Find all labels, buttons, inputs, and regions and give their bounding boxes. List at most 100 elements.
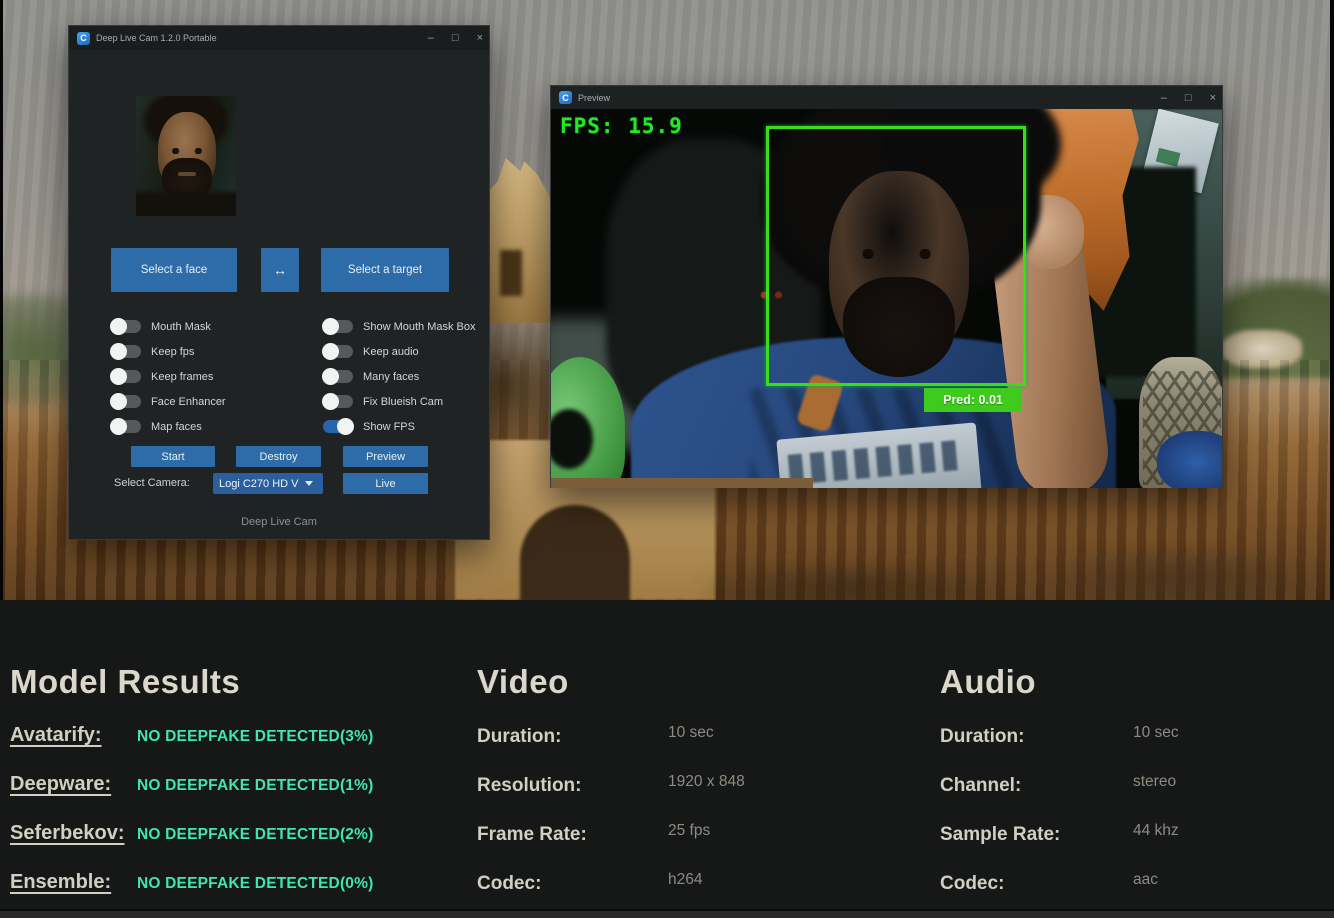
mouth-mask-label: Mouth Mask: [151, 321, 211, 333]
screen: C Deep Live Cam 1.2.0 Portable – □ × Sel…: [0, 0, 1334, 918]
live-button[interactable]: Live: [343, 473, 428, 494]
screen-edge-left: [0, 0, 3, 600]
many-faces-toggle[interactable]: [323, 370, 353, 383]
chevron-down-icon: [305, 481, 313, 486]
toggle-row-face-enhancer: Face Enhancer: [111, 389, 226, 414]
destroy-button[interactable]: Destroy: [236, 446, 321, 467]
results-panel: Model Results Avatarify: NO DEEPFAKE DET…: [0, 600, 1334, 918]
close-icon[interactable]: ×: [1210, 93, 1216, 104]
audio-codec-value: aac: [1133, 871, 1158, 889]
keep-audio-label: Keep audio: [363, 346, 419, 358]
app-icon: C: [77, 32, 90, 45]
model-result-value: NO DEEPFAKE DETECTED(0%): [137, 875, 373, 893]
video-codec-value: h264: [668, 871, 702, 889]
player-bottom-strip: [0, 909, 1334, 918]
audio-duration-value: 10 sec: [1133, 724, 1179, 742]
keep-audio-toggle[interactable]: [323, 345, 353, 358]
keep-fps-label: Keep fps: [151, 346, 194, 358]
painting-shadow-1: [700, 560, 1000, 600]
preview-button[interactable]: Preview: [343, 446, 428, 467]
model-results-heading: Model Results: [10, 663, 240, 701]
show-mouth-mask-box-label: Show Mouth Mask Box: [363, 321, 476, 333]
fix-blueish-cam-label: Fix Blueish Cam: [363, 396, 443, 408]
map-faces-toggle[interactable]: [111, 420, 141, 433]
model-name-avatarify[interactable]: Avatarify:: [10, 724, 137, 747]
keep-fps-toggle[interactable]: [111, 345, 141, 358]
select-camera-label: Select Camera:: [114, 477, 190, 489]
mouth-mask-toggle[interactable]: [111, 320, 141, 333]
toggle-row-keep-frames: Keep frames: [111, 364, 226, 389]
floor-strip: [551, 478, 813, 488]
minimize-icon[interactable]: –: [428, 33, 434, 44]
toggle-row-map-faces: Map faces: [111, 414, 226, 439]
select-target-button[interactable]: Select a target: [321, 248, 449, 292]
source-face-image: [136, 96, 236, 216]
minimize-icon[interactable]: –: [1161, 93, 1167, 104]
maximize-icon[interactable]: □: [1185, 93, 1192, 104]
audio-channel-value: stereo: [1133, 773, 1176, 791]
many-faces-label: Many faces: [363, 371, 419, 383]
close-icon[interactable]: ×: [477, 33, 483, 44]
deep-live-cam-window: C Deep Live Cam 1.2.0 Portable – □ × Sel…: [68, 25, 490, 540]
face-mouth: [178, 172, 196, 176]
toggle-row-show-fps: Show FPS: [323, 414, 476, 439]
video-info-row: Frame Rate: 25 fps: [477, 822, 745, 871]
video-info-row: Resolution: 1920 x 848: [477, 773, 745, 822]
select-face-button[interactable]: Select a face: [111, 248, 237, 292]
video-resolution-value: 1920 x 848: [668, 773, 745, 791]
preview-window-title: Preview: [578, 93, 610, 103]
preview-titlebar[interactable]: C Preview – □ ×: [551, 86, 1222, 109]
audio-duration-label: Duration:: [940, 726, 1133, 748]
camera-select-dropdown[interactable]: Logi C270 HD V: [213, 473, 323, 494]
face-enhancer-label: Face Enhancer: [151, 396, 226, 408]
audio-info-row: Channel: stereo: [940, 773, 1179, 822]
keep-frames-toggle[interactable]: [111, 370, 141, 383]
painting-tower-door: [500, 250, 522, 296]
toggle-row-fix-blueish-cam: Fix Blueish Cam: [323, 389, 476, 414]
face-enhancer-toggle[interactable]: [111, 395, 141, 408]
app-icon: C: [559, 91, 572, 104]
model-result-row: Seferbekov: NO DEEPFAKE DETECTED(2%): [10, 822, 373, 871]
video-framerate-label: Frame Rate:: [477, 824, 668, 846]
video-heading: Video: [477, 663, 569, 701]
toggle-row-show-mouth-mask-box: Show Mouth Mask Box: [323, 314, 476, 339]
prediction-badge: Pred: 0.01: [924, 388, 1022, 412]
face-eyes: [168, 148, 206, 154]
toggle-row-keep-audio: Keep audio: [323, 339, 476, 364]
toggle-row-many-faces: Many faces: [323, 364, 476, 389]
video-duration-label: Duration:: [477, 726, 668, 748]
fps-overlay: FPS: 15.9: [560, 114, 683, 138]
toggle-row-keep-fps: Keep fps: [111, 339, 226, 364]
model-name-ensemble[interactable]: Ensemble:: [10, 871, 137, 894]
audio-heading: Audio: [940, 663, 1036, 701]
audio-channel-label: Channel:: [940, 775, 1133, 797]
show-mouth-mask-box-toggle[interactable]: [323, 320, 353, 333]
blue-cloth: [1157, 431, 1222, 488]
video-resolution-label: Resolution:: [477, 775, 668, 797]
model-name-seferbekov[interactable]: Seferbekov:: [10, 822, 137, 845]
model-result-value: NO DEEPFAKE DETECTED(2%): [137, 826, 373, 844]
model-result-value: NO DEEPFAKE DETECTED(3%): [137, 728, 373, 746]
webcam-feed: Pred: 0.01 FPS: 15.9: [551, 109, 1222, 488]
painting-shadow-2: [1040, 545, 1320, 600]
video-info-row: Duration: 10 sec: [477, 724, 745, 773]
start-button[interactable]: Start: [131, 446, 215, 467]
model-result-row: Avatarify: NO DEEPFAKE DETECTED(3%): [10, 724, 373, 773]
swap-arrows-icon: ↔: [273, 262, 287, 278]
audio-info-row: Sample Rate: 44 khz: [940, 822, 1179, 871]
video-duration-value: 10 sec: [668, 724, 714, 742]
video-framerate-value: 25 fps: [668, 822, 710, 840]
model-result-row: Deepware: NO DEEPFAKE DETECTED(1%): [10, 773, 373, 822]
window-title: Deep Live Cam 1.2.0 Portable: [96, 33, 217, 43]
show-fps-toggle[interactable]: [323, 420, 353, 433]
swap-faces-button[interactable]: ↔: [261, 248, 299, 292]
camera-selected-value: Logi C270 HD V: [219, 478, 299, 490]
maximize-icon[interactable]: □: [452, 33, 459, 44]
fix-blueish-cam-toggle[interactable]: [323, 395, 353, 408]
face-detection-box: [766, 126, 1026, 386]
preview-window: C Preview – □ ×: [550, 85, 1223, 488]
audio-codec-label: Codec:: [940, 873, 1133, 895]
model-name-deepware[interactable]: Deepware:: [10, 773, 137, 796]
keep-frames-label: Keep frames: [151, 371, 213, 383]
dlc-titlebar[interactable]: C Deep Live Cam 1.2.0 Portable – □ ×: [69, 26, 489, 50]
